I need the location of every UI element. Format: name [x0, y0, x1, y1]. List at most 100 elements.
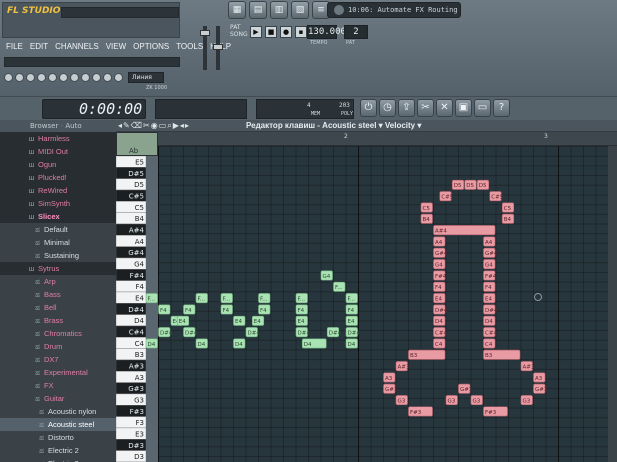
preset-icon: ಹ — [38, 458, 45, 462]
key-label: F#3 — [130, 408, 144, 416]
browser-item[interactable]: ш SimSynth — [0, 197, 116, 210]
browser-item[interactable]: ಹ Acoustic nylon — [0, 405, 116, 418]
browser-item[interactable]: ಹ Acoustic steel — [0, 418, 116, 431]
option-button[interactable] — [114, 73, 123, 82]
option-button[interactable] — [37, 73, 46, 82]
master-volume-slider[interactable] — [200, 26, 210, 70]
corner-label: Ab — [129, 147, 139, 155]
wait-button[interactable]: ▪ — [295, 26, 307, 38]
note-label: G4 — [485, 262, 493, 268]
record-button[interactable]: ● — [280, 26, 292, 38]
option-button[interactable] — [15, 73, 24, 82]
menu-view[interactable]: VIEW — [106, 42, 126, 54]
browser-item[interactable]: ш Harmless — [0, 132, 116, 145]
playlist-icon[interactable]: ▦ — [228, 1, 246, 19]
piano-roll-icon[interactable]: ▥ — [270, 1, 288, 19]
option-button[interactable] — [59, 73, 68, 82]
cut-icon[interactable]: ✂ — [417, 99, 434, 117]
piano-roll-title[interactable]: Редактор клавиш - Acoustic steel ▾ Veloc… — [246, 120, 421, 132]
browser-item[interactable]: ш MIDI Out — [0, 145, 116, 158]
key-label: B4 — [135, 215, 145, 223]
browser-item[interactable]: ш Sytrus — [0, 262, 116, 275]
help-icon[interactable]: ? — [493, 99, 510, 117]
menu-options[interactable]: OPTIONS — [133, 42, 169, 54]
snap-select[interactable]: Линия — [128, 72, 164, 83]
browser-item[interactable]: ಹ Bell — [0, 301, 116, 314]
option-button[interactable] — [103, 73, 112, 82]
browser-item[interactable]: ಹ Minimal — [0, 236, 116, 249]
browser-icon[interactable]: ▧ — [291, 1, 309, 19]
browser-item-label: DX7 — [44, 355, 59, 364]
tempo-display[interactable]: 130.000 — [307, 25, 346, 39]
note-label: G4 — [323, 274, 331, 280]
browser-item[interactable]: ш Ogun — [0, 158, 116, 171]
note-label: F... — [335, 285, 343, 291]
menu-edit[interactable]: EDIT — [30, 42, 48, 54]
browser-item[interactable]: ಹ Guitar — [0, 392, 116, 405]
master-pitch-slider[interactable] — [213, 26, 223, 70]
browser-item-label: ReWired — [38, 186, 68, 195]
option-button[interactable] — [81, 73, 90, 82]
key-label: G#3 — [128, 385, 144, 393]
clock-icon[interactable]: ◷ — [379, 99, 396, 117]
piano-keyboard[interactable]: E5 D#5 D5 C#5 C5 B4 A#4 A4 G#4 G4 F#4 F4 E4 D#4 D4 C#4 C… — [116, 156, 146, 462]
browser-mode[interactable]: Auto — [65, 122, 81, 130]
browser-item[interactable]: ಹ Arp — [0, 275, 116, 288]
browser-item[interactable]: ಹ Brass — [0, 314, 116, 327]
browser-item[interactable]: ш Slicex — [0, 210, 116, 223]
save-icon[interactable]: ▣ — [455, 99, 472, 117]
browser-item[interactable]: ಹ Drum — [0, 340, 116, 353]
note-label: D#4 — [298, 330, 311, 336]
option-button[interactable] — [48, 73, 57, 82]
key-label: G#4 — [128, 249, 144, 257]
option-button[interactable] — [26, 73, 35, 82]
browser-item[interactable]: ಹ Chromatics — [0, 327, 116, 340]
menu-channels[interactable]: CHANNELS — [55, 42, 99, 54]
pattern-number[interactable]: 2 — [344, 25, 368, 39]
note-label: A#4 — [435, 228, 447, 234]
key-label: G3 — [134, 396, 144, 404]
time-display[interactable]: 0:00:00 — [42, 99, 146, 119]
browser-item-label: Bass — [44, 290, 61, 299]
browser-item[interactable]: ಹ Default — [0, 223, 116, 236]
notes-layer: F...F4E4D#4D4F...F4E4D#4D4F...F4E4D#4D4F… — [146, 179, 548, 417]
disk-icon[interactable]: ▭ — [474, 99, 491, 117]
tools-icon[interactable]: ✕ — [436, 99, 453, 117]
option-button[interactable] — [70, 73, 79, 82]
browser-title: Browser — [30, 122, 59, 130]
export-icon[interactable]: ⇪ — [398, 99, 415, 117]
browser-item[interactable]: ಹ Distorto — [0, 431, 116, 444]
browser-item[interactable]: ಹ Experimental — [0, 366, 116, 379]
browser-item[interactable]: ಹ Bass — [0, 288, 116, 301]
note-label: G#3 — [535, 387, 548, 393]
browser-item[interactable]: ಹElectric 3 — [0, 457, 116, 462]
song-title-field[interactable] — [61, 7, 179, 18]
key-label: D#3 — [128, 442, 144, 450]
browser-item[interactable]: ш Plucked! — [0, 171, 116, 184]
menu-file[interactable]: FILE — [6, 42, 23, 54]
note-label: C5 — [504, 206, 512, 212]
stop-button[interactable]: ■ — [265, 26, 277, 38]
pat-song-label: PAT SONG — [230, 24, 248, 38]
note-label: D#4 — [248, 330, 261, 336]
browser-item[interactable]: ш ReWired — [0, 184, 116, 197]
note-label: F... — [198, 296, 206, 302]
browser-item-label: SimSynth — [38, 199, 71, 208]
piano-roll-tools[interactable]: ◂✎⌫✂◉▭⌕▶◂▸ — [118, 120, 190, 132]
power-icon[interactable]: ⏻ — [360, 99, 377, 117]
vertical-scrollbar[interactable] — [608, 146, 617, 462]
browser-item[interactable]: ಹ DX7 — [0, 353, 116, 366]
option-button[interactable] — [4, 73, 13, 82]
play-button[interactable]: ▶ — [250, 26, 262, 38]
browser-item-label: Experimental — [44, 368, 88, 377]
browser-item[interactable]: ಹ Sustaining — [0, 249, 116, 262]
browser-item[interactable]: ಹ Electric 2 — [0, 444, 116, 457]
browser-item[interactable]: ಹ FX — [0, 379, 116, 392]
option-button[interactable] — [92, 73, 101, 82]
note-label: G#3 — [460, 387, 473, 393]
note-label: D5 — [479, 183, 487, 189]
step-sequencer-icon[interactable]: ▤ — [249, 1, 267, 19]
snap-sub-label: ZK 1000 — [146, 85, 168, 91]
hint-field — [4, 57, 180, 67]
time-ruler[interactable]: 23 — [158, 132, 617, 146]
